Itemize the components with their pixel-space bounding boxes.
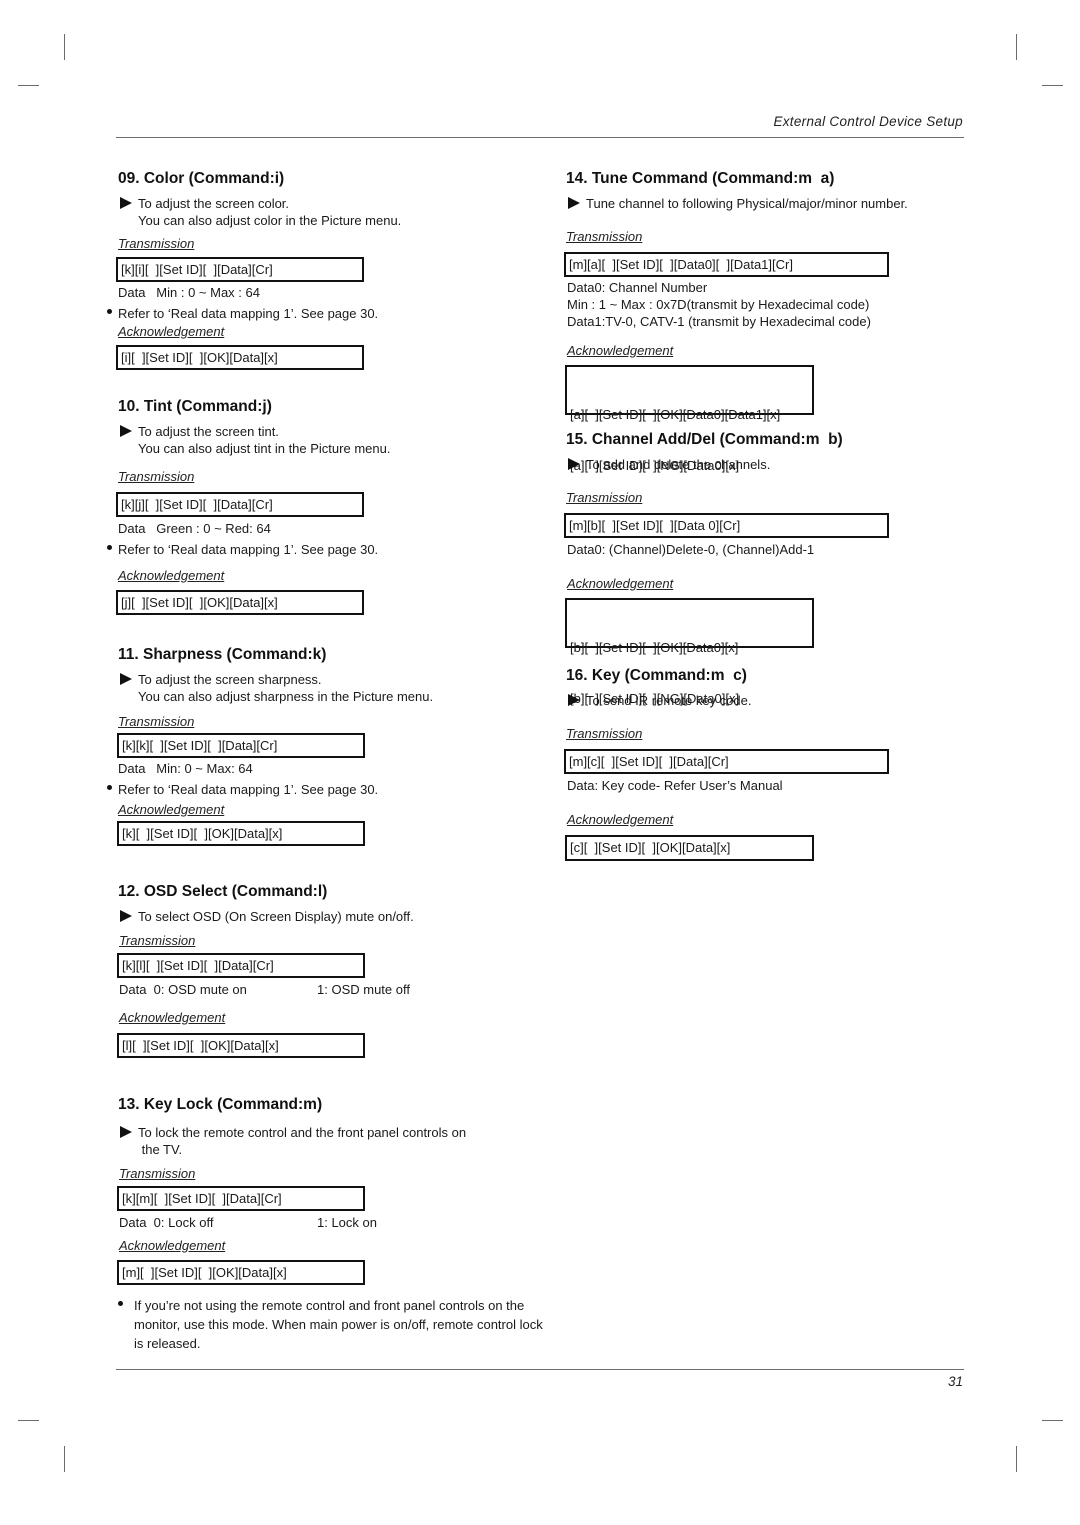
acknowledgement-label: Acknowledgement	[118, 568, 225, 583]
crop-mark	[64, 1446, 65, 1472]
transmission-box: [m][a][ ][Set ID][ ][Data0][ ][Data1][Cr…	[564, 252, 889, 277]
section-sharpness: 11. Sharpness (Command:k) To adjust the …	[118, 646, 548, 705]
transmission-label: Transmission	[118, 714, 195, 729]
transmission-box: [k][i][ ][Set ID][ ][Data][Cr]	[116, 257, 364, 282]
acknowledgement-box: [l][ ][Set ID][ ][OK][Data][x]	[117, 1033, 365, 1058]
key-lock-note: If you’re not using the remote control a…	[116, 1296, 554, 1353]
arrow-right-icon	[120, 425, 132, 437]
section-description: To send IR remote key code.	[566, 692, 966, 709]
section-key: 16. Key (Command:m c) To send IR remote …	[566, 667, 966, 709]
bullet-icon	[107, 309, 112, 314]
section-key-lock: 13. Key Lock (Command:m) To lock the rem…	[118, 1096, 548, 1158]
data-range: Data Green : 0 ~ Red: 64	[118, 521, 271, 536]
transmission-box: [k][k][ ][Set ID][ ][Data][Cr]	[117, 733, 365, 758]
arrow-right-icon	[568, 694, 580, 706]
transmission-label: Transmission	[566, 726, 643, 741]
bullet-icon	[118, 1301, 123, 1306]
section-description: To add and delete the channels.	[566, 456, 966, 473]
data-range: Data Min: 0 ~ Max: 64	[118, 761, 253, 776]
section-title: 09. Color (Command:i)	[118, 170, 285, 187]
arrow-right-icon	[120, 910, 132, 922]
section-description: To lock the remote control and the front…	[118, 1124, 548, 1158]
bullet-icon	[107, 785, 112, 790]
crop-mark	[18, 1420, 39, 1421]
data-values: Data 0: Lock off 1: Lock on	[119, 1215, 377, 1230]
arrow-right-icon	[568, 197, 580, 209]
header-rule	[116, 137, 964, 138]
acknowledgement-box: [b][ ][Set ID][ ][OK][Data0][x] [b][ ][S…	[565, 598, 814, 706]
acknowledgement-label: Acknowledgement	[567, 812, 674, 827]
transmission-label: Transmission	[566, 490, 643, 505]
arrow-right-icon	[120, 197, 132, 209]
note: Refer to ‘Real data mapping 1’. See page…	[66, 781, 378, 798]
crop-mark	[1042, 1420, 1063, 1421]
section-description: To adjust the screen sharpness. You can …	[118, 671, 548, 705]
section-title: 15. Channel Add/Del (Command:m b)	[566, 431, 843, 448]
arrow-right-icon	[120, 1126, 132, 1138]
crop-mark	[1042, 85, 1063, 86]
data-range: Data Min : 0 ~ Max : 64	[118, 285, 260, 300]
crop-mark	[1016, 1446, 1017, 1472]
acknowledgement-label: Acknowledgement	[119, 1010, 226, 1025]
acknowledgement-label: Acknowledgement	[567, 576, 674, 591]
footer-rule	[116, 1369, 964, 1370]
section-channel-add-del: 15. Channel Add/Del (Command:m b) To add…	[566, 431, 966, 473]
transmission-box: [m][b][ ][Set ID][ ][Data 0][Cr]	[564, 513, 889, 538]
arrow-right-icon	[120, 673, 132, 685]
transmission-label: Transmission	[119, 1166, 196, 1181]
transmission-label: Transmission	[118, 469, 195, 484]
section-title: 11. Sharpness (Command:k)	[118, 646, 327, 663]
section-description: To adjust the screen color. You can also…	[118, 195, 548, 229]
acknowledgement-box: [c][ ][Set ID][ ][OK][Data][x]	[565, 835, 814, 861]
section-tune-command: 14. Tune Command (Command:m a) Tune chan…	[566, 170, 966, 212]
data-description: Data0: Channel Number Min : 1 ~ Max : 0x…	[567, 280, 871, 329]
page-header-title: External Control Device Setup	[773, 114, 963, 129]
note: Refer to ‘Real data mapping 1’. See page…	[66, 305, 378, 322]
arrow-right-icon	[568, 458, 580, 470]
transmission-box: [k][m][ ][Set ID][ ][Data][Cr]	[117, 1186, 365, 1211]
transmission-label: Transmission	[119, 933, 196, 948]
transmission-box: [k][j][ ][Set ID][ ][Data][Cr]	[116, 492, 364, 517]
section-osd-select: 12. OSD Select (Command:l) To select OSD…	[118, 883, 548, 925]
acknowledgement-label: Acknowledgement	[119, 1238, 226, 1253]
acknowledgement-box: [i][ ][Set ID][ ][OK][Data][x]	[116, 345, 364, 370]
note: Refer to ‘Real data mapping 1’. See page…	[66, 541, 378, 558]
acknowledgement-box: [m][ ][Set ID][ ][OK][Data][x]	[117, 1260, 365, 1285]
data-description: Data: Key code- Refer User’s Manual	[567, 778, 783, 793]
acknowledgement-box: [k][ ][Set ID][ ][OK][Data][x]	[117, 821, 365, 846]
transmission-box: [m][c][ ][Set ID][ ][Data][Cr]	[564, 749, 889, 774]
section-title: 10. Tint (Command:j)	[118, 398, 272, 415]
section-title: 14. Tune Command (Command:m a)	[566, 170, 835, 187]
bullet-icon	[107, 545, 112, 550]
data-values: Data 0: OSD mute on 1: OSD mute off	[119, 982, 410, 997]
transmission-box: [k][l][ ][Set ID][ ][Data][Cr]	[117, 953, 365, 978]
acknowledgement-box: [j][ ][Set ID][ ][OK][Data][x]	[116, 590, 364, 615]
section-description: To select OSD (On Screen Display) mute o…	[118, 908, 548, 925]
acknowledgement-box: [a][ ][Set ID][ ][OK][Data0][Data1][x] […	[565, 365, 814, 473]
section-color: 09. Color (Command:i) To adjust the scre…	[118, 170, 548, 229]
crop-mark	[18, 85, 39, 86]
crop-mark	[1016, 34, 1017, 60]
section-title: 12. OSD Select (Command:l)	[118, 883, 328, 900]
crop-mark	[64, 34, 65, 60]
acknowledgement-label: Acknowledgement	[118, 802, 225, 817]
data-description: Data0: (Channel)Delete-0, (Channel)Add-1	[567, 542, 815, 557]
page-number: 31	[947, 1374, 963, 1389]
acknowledgement-label: Acknowledgement	[118, 324, 225, 339]
section-tint: 10. Tint (Command:j) To adjust the scree…	[118, 398, 548, 457]
acknowledgement-label: Acknowledgement	[567, 343, 674, 358]
section-description: Tune channel to following Physical/major…	[566, 195, 966, 212]
transmission-label: Transmission	[118, 236, 195, 251]
section-title: 16. Key (Command:m c)	[566, 667, 747, 684]
section-title: 13. Key Lock (Command:m)	[118, 1096, 323, 1113]
section-description: To adjust the screen tint. You can also …	[118, 423, 548, 457]
transmission-label: Transmission	[566, 229, 643, 244]
